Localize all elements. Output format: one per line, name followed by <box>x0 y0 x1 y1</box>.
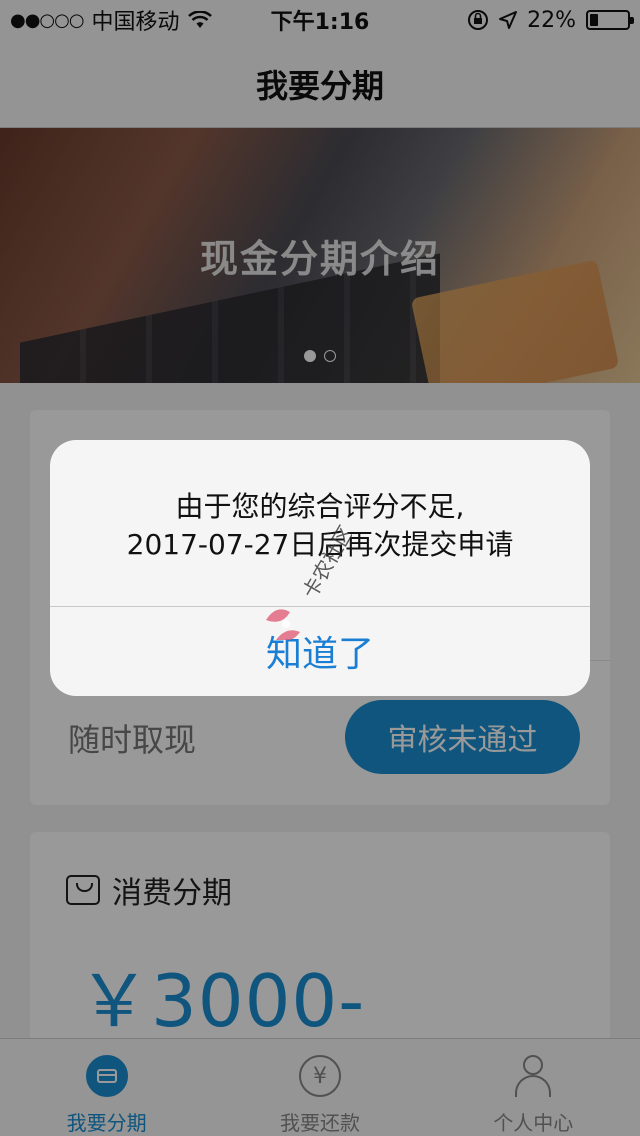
alert-message-line-2: 2017-07-27日后再次提交申请 <box>126 528 514 561</box>
acknowledge-button[interactable]: 知道了 <box>50 606 590 696</box>
alert-message: 由于您的综合评分不足, 2017-07-27日后再次提交申请 <box>70 488 570 564</box>
alert-message-line-1: 由于您的综合评分不足, <box>175 490 465 523</box>
alert-dialog: 由于您的综合评分不足, 2017-07-27日后再次提交申请 知道了 <box>50 440 590 696</box>
